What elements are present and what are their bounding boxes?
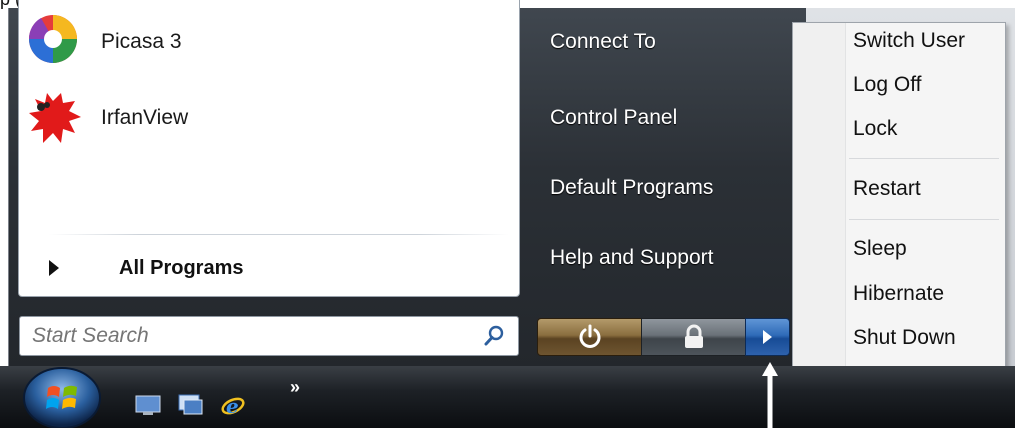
internet-explorer-icon[interactable]: e xyxy=(220,394,246,418)
menu-item-log-off[interactable]: Log Off xyxy=(853,73,922,97)
power-icon xyxy=(579,324,600,348)
all-programs-label: All Programs xyxy=(119,256,244,279)
menu-gutter xyxy=(793,23,846,367)
expand-arrow-icon xyxy=(49,260,59,276)
program-label: IrfanView xyxy=(101,106,189,129)
show-desktop-icon[interactable] xyxy=(135,394,161,416)
menu-separator xyxy=(849,219,999,220)
separator xyxy=(49,234,509,235)
menu-item-switch-user[interactable]: Switch User xyxy=(853,29,965,53)
programs-pane: Picasa 3 IrfanView All Programs xyxy=(18,0,520,297)
windows-logo-icon xyxy=(23,367,101,429)
start-orb-button[interactable] xyxy=(20,362,104,429)
menu-separator xyxy=(849,158,999,159)
lock-icon xyxy=(684,324,703,348)
program-label: Picasa 3 xyxy=(101,30,182,53)
menu-link-help-and-support[interactable]: Help and Support xyxy=(550,246,713,270)
shutdown-options-button[interactable] xyxy=(745,318,790,356)
program-item-irfanview[interactable]: IrfanView xyxy=(27,88,507,148)
switch-windows-icon[interactable] xyxy=(178,394,204,416)
quick-launch-overflow-icon[interactable]: » xyxy=(290,377,300,398)
lock-button[interactable] xyxy=(641,318,746,356)
menu-item-sleep[interactable]: Sleep xyxy=(853,237,907,261)
menu-link-connect-to[interactable]: Connect To xyxy=(550,30,656,54)
menu-item-lock[interactable]: Lock xyxy=(853,117,897,141)
menu-link-control-panel[interactable]: Control Panel xyxy=(550,106,677,130)
search-box[interactable] xyxy=(19,316,519,356)
arrow-up-icon xyxy=(760,360,780,428)
menu-item-hibernate[interactable]: Hibernate xyxy=(853,282,944,306)
picasa-icon xyxy=(27,13,85,71)
menu-link-default-programs[interactable]: Default Programs xyxy=(550,176,713,200)
svg-text:e: e xyxy=(226,394,239,418)
power-button[interactable] xyxy=(537,318,642,356)
all-programs-button[interactable]: All Programs xyxy=(49,250,499,286)
program-item-picasa[interactable]: Picasa 3 xyxy=(27,12,507,72)
menu-item-restart[interactable]: Restart xyxy=(853,177,921,201)
menu-item-shut-down[interactable]: Shut Down xyxy=(853,326,956,350)
arrow-right-icon xyxy=(763,330,772,344)
power-options-menu: Switch User Log Off Lock Restart Sleep H… xyxy=(792,22,1006,368)
irfanview-icon xyxy=(27,89,85,147)
search-icon[interactable] xyxy=(482,324,506,348)
search-input[interactable] xyxy=(30,323,464,349)
